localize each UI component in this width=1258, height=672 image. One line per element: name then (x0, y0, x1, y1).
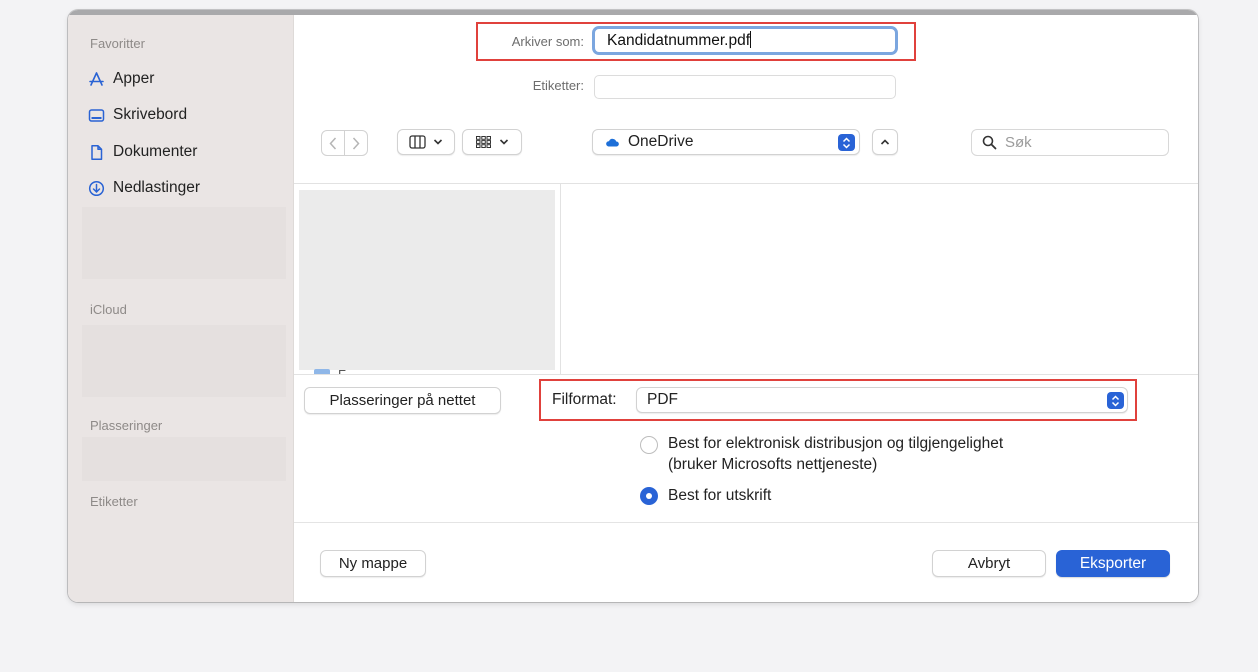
desktop-icon (88, 108, 105, 122)
group-button[interactable] (462, 129, 522, 155)
sidebar-item-label: Apper (113, 70, 155, 87)
tags-label: Etiketter: (532, 78, 584, 93)
browser-placeholder (299, 190, 555, 370)
forward-button[interactable] (344, 131, 367, 155)
location-stepper (838, 134, 855, 151)
location-value: OneDrive (628, 133, 694, 150)
format-stepper (1107, 392, 1124, 409)
format-value: PDF (647, 391, 678, 408)
radio-electronic[interactable] (640, 436, 658, 454)
radio-print-label: Best for utskrift (668, 487, 772, 504)
sidebar-header-favorites: Favoritter (90, 36, 145, 51)
sidebar-item-label: Skrivebord (113, 106, 188, 123)
sidebar-header-locations: Plasseringer (90, 418, 163, 433)
radio-print[interactable] (640, 487, 658, 505)
browser-item-label: F... ... ... ... (338, 367, 399, 375)
sidebar-header-tags: Etiketter (90, 494, 138, 509)
new-folder-button[interactable]: Ny mappe (320, 550, 426, 577)
onedrive-cloud-icon (606, 138, 619, 146)
save-as-label: Arkiver som: (511, 34, 584, 49)
sidebar-placeholder (82, 325, 286, 397)
footer-divider (294, 522, 1198, 523)
chevron-left-icon (329, 136, 337, 150)
filename-value: Kandidatnummer.pdf (607, 32, 751, 49)
sidebar-placeholder (82, 207, 286, 279)
radio-electronic-label-line2: (bruker Microsofts nettjeneste) (668, 456, 878, 473)
format-label: Filformat: (552, 391, 617, 408)
tags-input[interactable] (594, 75, 896, 99)
search-placeholder: Søk (1005, 134, 1032, 151)
export-button[interactable]: Eksporter (1056, 550, 1170, 577)
updown-chevron-icon (1111, 394, 1120, 407)
main-panel: Arkiver som: Kandidatnummer.pdf Etikette… (294, 15, 1198, 602)
updown-chevron-icon (842, 136, 851, 149)
sidebar: Favoritter Apper Skrivebord Dokumenter N… (68, 15, 294, 602)
grid-icon (476, 136, 491, 148)
chevron-up-icon (880, 139, 890, 145)
columns-icon (409, 135, 426, 149)
collapse-button[interactable] (872, 129, 898, 155)
radio-electronic-label-line1: Best for elektronisk distribusjon og til… (668, 435, 1004, 452)
back-forward-control (321, 130, 368, 156)
cancel-button[interactable]: Avbryt (932, 550, 1046, 577)
sidebar-item-downloads[interactable]: Nedlastinger (88, 177, 200, 199)
sidebar-item-desktop[interactable]: Skrivebord (88, 104, 187, 126)
sidebar-item-label: Nedlastinger (113, 179, 201, 196)
online-locations-button[interactable]: Plasseringer på nettet (304, 387, 501, 414)
search-field[interactable]: Søk (971, 129, 1169, 156)
location-select[interactable]: OneDrive (592, 129, 860, 155)
export-dialog: Favoritter Apper Skrivebord Dokumenter N… (68, 10, 1198, 602)
document-icon (91, 144, 103, 160)
chevron-right-icon (352, 136, 360, 150)
folder-icon (314, 369, 330, 374)
view-mode-button[interactable] (397, 129, 455, 155)
browser-column: F... ... ... ... (294, 184, 561, 374)
filename-input[interactable]: Kandidatnummer.pdf (592, 26, 898, 55)
chevron-down-icon (433, 139, 443, 145)
file-browser: F... ... ... ... (294, 183, 1198, 375)
sidebar-placeholder (82, 437, 286, 481)
sidebar-header-icloud: iCloud (90, 302, 127, 317)
file-format-select[interactable]: PDF (636, 387, 1128, 413)
search-icon (982, 135, 997, 150)
back-button[interactable] (322, 131, 344, 155)
download-icon (88, 180, 105, 196)
sidebar-item-label: Dokumenter (113, 143, 198, 160)
text-caret (750, 31, 752, 48)
apps-icon (89, 71, 104, 86)
sidebar-item-apps[interactable]: Apper (88, 68, 154, 90)
browser-item[interactable]: F... ... ... ... (314, 367, 399, 375)
chevron-down-icon (499, 139, 509, 145)
sidebar-item-documents[interactable]: Dokumenter (88, 141, 197, 163)
